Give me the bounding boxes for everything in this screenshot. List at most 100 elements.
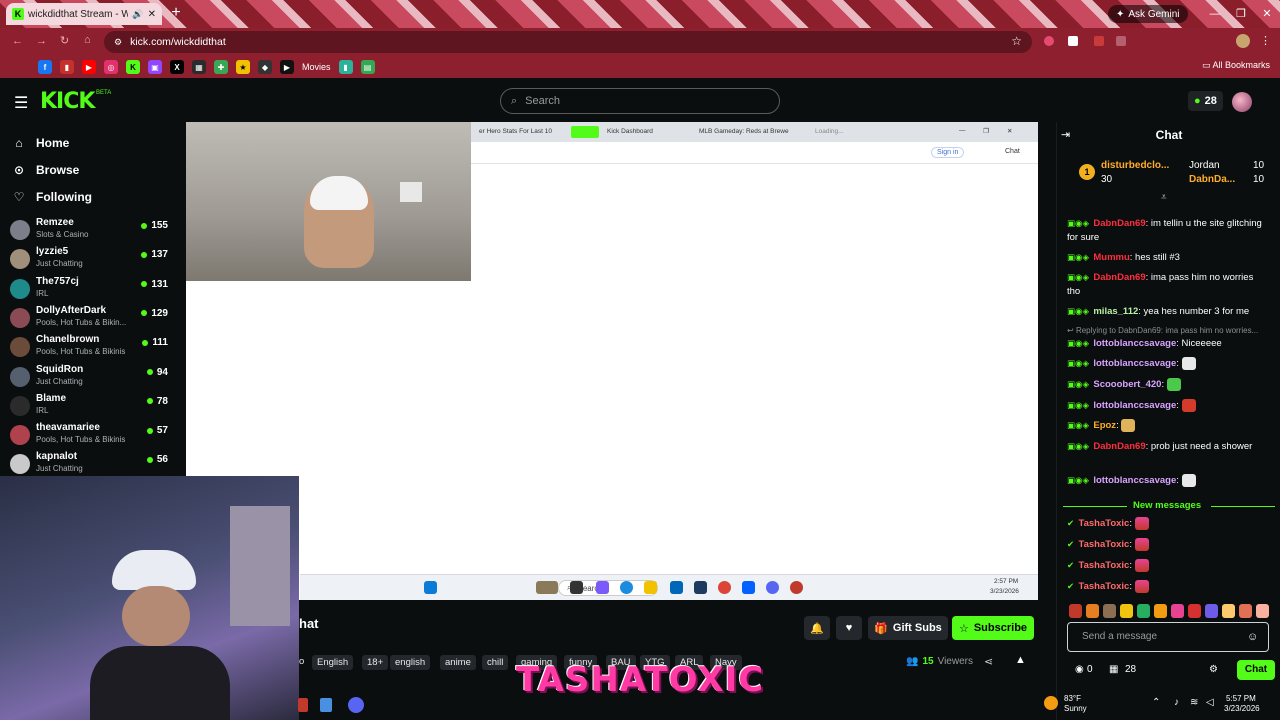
nav-following[interactable]: ♡ Following (12, 188, 92, 206)
forward-arrow-icon[interactable]: → (36, 35, 47, 47)
collapse-chat-icon[interactable]: ⇥ (1061, 128, 1070, 141)
chat-username[interactable]: DabnDan69 (1093, 272, 1145, 283)
home-browser-icon[interactable]: ⌂ (84, 34, 91, 46)
emote-icon[interactable] (1103, 604, 1116, 618)
all-bookmarks-button[interactable]: ▭ All Bookmarks (1202, 60, 1270, 71)
sidebar-channel-item[interactable]: DollyAfterDark Pools, Hot Tubs & Bikin...… (10, 304, 170, 332)
microphone-icon[interactable]: ♪ (1174, 697, 1179, 708)
chat-message-input[interactable]: Send a message (1067, 622, 1269, 652)
extension-icon-4[interactable] (1116, 36, 1126, 46)
emote-icon[interactable] (1188, 604, 1201, 618)
expand-gifters-icon[interactable]: ⩡ (1161, 192, 1167, 203)
chat-username[interactable]: lottoblanccsavage (1093, 400, 1176, 411)
browser-menu-icon[interactable]: ⋮ (1260, 34, 1271, 47)
new-tab-button[interactable]: + (168, 5, 184, 21)
bookmark-red-icon[interactable]: ▮ (60, 60, 74, 74)
emote-icon[interactable] (1086, 604, 1099, 618)
sidebar-channel-item[interactable]: Blame IRL 78 (10, 392, 170, 420)
nav-home[interactable]: ⌂ Home (12, 134, 69, 152)
extension-icon-3[interactable] (1094, 36, 1104, 46)
leaderboard-icon[interactable]: ▦ (1109, 664, 1118, 675)
taskbar-notepad-icon[interactable] (320, 698, 332, 712)
youtube-icon[interactable]: ▶ (82, 60, 96, 74)
sidebar-channel-item[interactable]: lyzzie5 Just Chatting 137 (10, 245, 170, 273)
report-warning-icon[interactable]: ▲ (1015, 654, 1026, 666)
bookmark-teal-icon[interactable]: ▮ (338, 60, 353, 74)
sidebar-channel-item[interactable]: Chanelbrown Pools, Hot Tubs & Bikinis 111 (10, 333, 170, 361)
gift-subs-button[interactable]: 🎁 Gift Subs (868, 616, 948, 640)
kick-logo[interactable]: KICK (40, 89, 95, 114)
chat-username[interactable]: DabnDan69 (1093, 441, 1145, 452)
sidebar-channel-item[interactable]: The757cj IRL 131 (10, 275, 170, 303)
address-bar[interactable]: ⚙ kick.com/wickdidthat ☆ (104, 31, 1032, 53)
sidebar-channel-item[interactable]: kapnalot Just Chatting 56 (10, 450, 170, 478)
site-info-icon[interactable]: ⚙ (114, 37, 122, 48)
ask-gemini-button[interactable]: ✦ Ask Gemini (1108, 5, 1188, 23)
bookmark-sheet-icon[interactable]: ▤ (360, 60, 375, 74)
nav-browse[interactable]: ⊙ Browse (12, 161, 79, 179)
chat-username[interactable]: TashaToxic (1078, 518, 1129, 529)
emote-icon[interactable] (1069, 604, 1082, 618)
chat-username[interactable]: lottoblanccsavage (1093, 475, 1176, 486)
chat-username[interactable]: Epoz (1093, 420, 1116, 431)
gifter-2-name[interactable]: Jordan (1189, 160, 1220, 171)
stream-tag[interactable]: anime (440, 655, 476, 670)
bookmark-diamond-icon[interactable]: ◆ (258, 60, 272, 74)
search-input[interactable]: ⌕ Search (500, 88, 780, 114)
emote-picker-strip[interactable] (1069, 604, 1269, 620)
bookmark-green-icon[interactable]: ✚ (214, 60, 228, 74)
subscribe-button[interactable]: ☆ Subscribe (952, 616, 1034, 640)
sidebar-channel-item[interactable]: SquidRon Just Chatting 94 (10, 363, 170, 391)
taskbar-discord-icon[interactable] (348, 697, 364, 713)
stream-tag[interactable]: chill (482, 655, 509, 670)
reload-icon[interactable]: ↻ (60, 34, 69, 47)
maximize-window-button[interactable]: ❐ (1232, 5, 1250, 23)
share-icon[interactable]: ⋖ (984, 655, 993, 668)
twitch-icon[interactable]: ▣ (148, 60, 162, 74)
emoji-picker-icon[interactable]: ☺ (1247, 631, 1258, 643)
stream-tag[interactable]: 18+ (362, 655, 389, 670)
emote-icon[interactable] (1137, 604, 1150, 618)
tray-chevron-icon[interactable]: ⌃ (1152, 697, 1160, 708)
tab-close-icon[interactable]: ✕ (148, 9, 156, 20)
extension-icon-1[interactable] (1044, 36, 1054, 46)
chat-username[interactable]: Mummu (1093, 252, 1129, 263)
back-arrow-icon[interactable]: ← (12, 35, 23, 47)
chat-settings-gear-icon[interactable]: ⚙ (1209, 664, 1218, 675)
volume-icon[interactable]: ◁ (1206, 697, 1214, 708)
emote-icon[interactable] (1256, 604, 1269, 618)
send-chat-button[interactable]: Chat (1237, 660, 1275, 680)
tab-audio-icon[interactable]: 🔊 (132, 9, 143, 20)
stream-tag[interactable]: English (312, 655, 354, 670)
browser-tab-active[interactable]: K wickdidthat Stream - Watc 🔊 ✕ (6, 3, 162, 25)
taskbar-app-red-icon[interactable] (298, 698, 308, 712)
facebook-icon[interactable]: f (38, 60, 52, 74)
emote-icon[interactable] (1205, 604, 1218, 618)
emote-icon[interactable] (1154, 604, 1167, 618)
movies-bookmark[interactable]: Movies (302, 62, 331, 72)
gifter-1-name[interactable]: disturbedclo... (1101, 160, 1169, 171)
notification-bell-button[interactable]: 🔔 (804, 616, 830, 640)
stream-tag[interactable]: english (390, 655, 431, 670)
close-window-button[interactable]: ✕ (1258, 5, 1276, 23)
bookmark-yellow-icon[interactable]: ★ (236, 60, 250, 74)
minimize-window-button[interactable]: — (1206, 5, 1224, 23)
chat-username[interactable]: milas_112 (1093, 306, 1138, 317)
chat-username[interactable]: TashaToxic (1078, 560, 1129, 571)
kicks-balance-button[interactable]: ● 28 (1188, 91, 1223, 111)
kick-bookmark-icon[interactable]: K (126, 60, 140, 74)
chat-username[interactable]: TashaToxic (1078, 581, 1129, 592)
chat-username[interactable]: lottoblanccsavage (1093, 358, 1176, 369)
sidebar-channel-item[interactable]: theavamariee Pools, Hot Tubs & Bikinis 57 (10, 421, 170, 449)
chat-username[interactable]: lottoblanccsavage (1093, 338, 1176, 349)
kicks-footer-icon[interactable]: ◉ (1075, 664, 1084, 675)
profile-avatar-icon[interactable] (1236, 34, 1250, 48)
follow-heart-button[interactable]: ♥ (836, 616, 862, 640)
video-player[interactable]: er Hero Stats For Last 10 Kick Dashboard… (186, 122, 1038, 600)
x-icon[interactable]: X (170, 60, 184, 74)
bookmark-dark-icon[interactable]: ▦ (192, 60, 206, 74)
emote-icon[interactable] (1171, 604, 1184, 618)
gifter-3-name[interactable]: DabnDa... (1189, 174, 1235, 185)
hamburger-menu-icon[interactable]: ☰ (14, 93, 28, 113)
sidebar-channel-item[interactable]: Remzee Slots & Casino 155 (10, 216, 170, 244)
